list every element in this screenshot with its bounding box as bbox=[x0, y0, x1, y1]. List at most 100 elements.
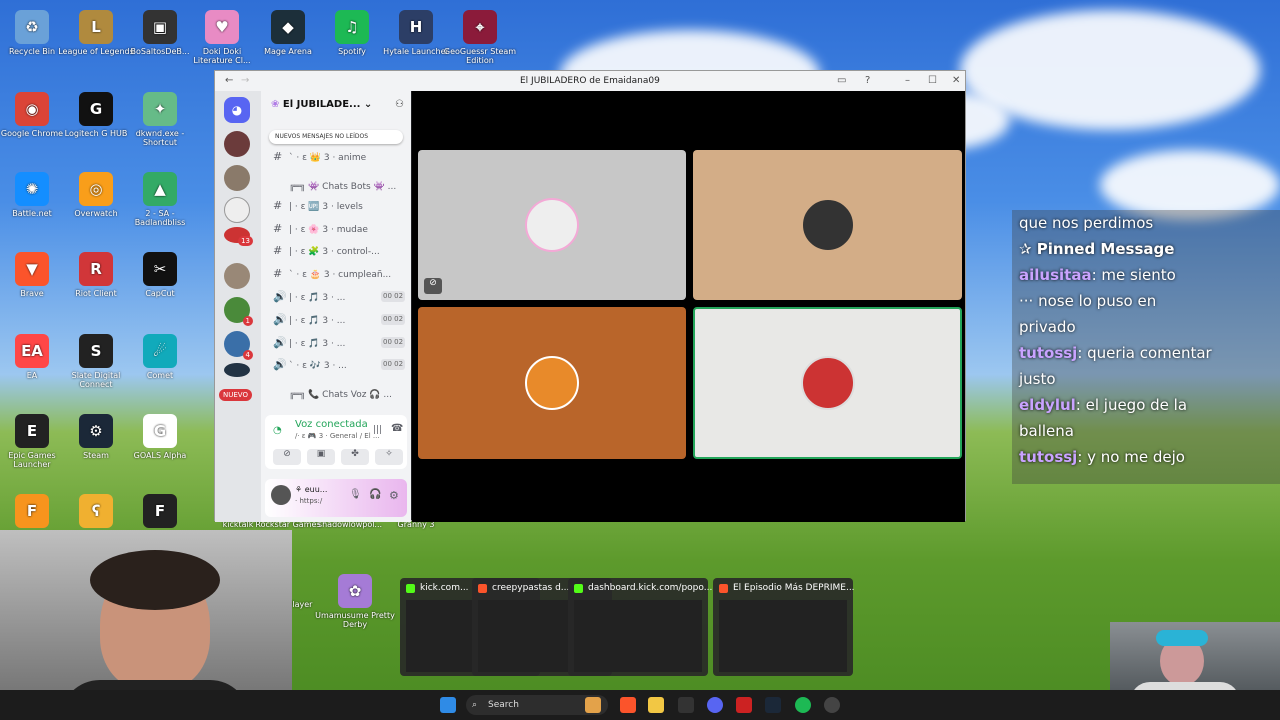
headphones-icon[interactable]: 🎧 bbox=[369, 489, 381, 500]
maximize-icon[interactable]: ☐ bbox=[928, 75, 937, 86]
chat-message: justo bbox=[1019, 370, 1056, 388]
discord-icon[interactable] bbox=[707, 697, 723, 713]
channel-item[interactable]: 🔊 | · ε 🎵 3 · ... 00 02 bbox=[273, 312, 406, 328]
speaker-icon: 🔊 bbox=[273, 358, 287, 371]
desktop-icon-label: 2 - SA - Badlandbliss bbox=[134, 209, 186, 227]
forward-arrow-icon[interactable]: → bbox=[241, 75, 249, 86]
chat-line: eldylul: el juego de la bbox=[1019, 392, 1280, 418]
add-member-icon[interactable]: ⚇ bbox=[395, 99, 404, 110]
soundboard-button[interactable]: ✧ bbox=[375, 449, 403, 465]
desktop-icon[interactable]: ☄ Comet bbox=[120, 328, 200, 402]
channel-item[interactable]: ╔═╗ 📞 Chats Voz 🎧 ... bbox=[273, 387, 392, 403]
participant-tile[interactable] bbox=[693, 150, 962, 300]
steam-icon[interactable] bbox=[765, 697, 781, 713]
chat-message: : me siento bbox=[1091, 266, 1176, 284]
windows-start-icon[interactable] bbox=[440, 697, 456, 713]
camera-off-button[interactable]: ⊘ bbox=[273, 449, 301, 465]
participant-tile-speaking[interactable] bbox=[693, 307, 962, 459]
back-arrow-icon[interactable]: ← bbox=[225, 75, 233, 86]
desktop-icon-label: GOALS Alpha bbox=[133, 451, 187, 460]
server-icon[interactable] bbox=[224, 363, 250, 377]
app-icon: ▲ bbox=[143, 172, 177, 206]
help-icon[interactable]: ? bbox=[865, 75, 870, 86]
settings-gear-icon[interactable]: ⚙ bbox=[389, 489, 399, 502]
desktop-icon-umamusume[interactable]: ✿ Umamusume Pretty Derby bbox=[315, 568, 395, 642]
app-icon: ⌖ bbox=[463, 10, 497, 44]
channel-item[interactable]: # | · ε 🌸 3 · mudae bbox=[273, 221, 368, 237]
screen-share-button[interactable]: ▣ bbox=[307, 449, 335, 465]
discord-home-icon[interactable]: ◕ bbox=[224, 97, 250, 123]
muted-mic-icon: ⊘ bbox=[424, 278, 442, 294]
channel-item[interactable]: # | · ε 🆙 3 · levels bbox=[273, 198, 363, 214]
channel-item[interactable]: # ` · ε 🎂 3 · cumpleañ... bbox=[273, 266, 391, 282]
chat-line: tutossj: y no me dejo bbox=[1019, 444, 1280, 470]
desktop-icon[interactable]: ✂ CapCut bbox=[120, 246, 200, 320]
app-icon[interactable] bbox=[678, 697, 694, 713]
chat-message: : el juego de la bbox=[1075, 396, 1188, 414]
app-icon: EA bbox=[15, 334, 49, 368]
channel-item[interactable]: 🔊 | · ε 🎵 3 · ... 00 02 bbox=[273, 335, 406, 351]
channel-name: | · ε 🎵 3 · ... bbox=[289, 316, 346, 326]
username[interactable]: ⚘ euu... bbox=[295, 485, 327, 494]
burger-widget-icon[interactable] bbox=[585, 697, 601, 713]
app-icon: L bbox=[79, 10, 113, 44]
channel-item[interactable]: # ` · ε 👑 3 · anime bbox=[273, 149, 366, 165]
avatar bbox=[800, 198, 855, 252]
server-icon[interactable]: 4 bbox=[224, 331, 253, 360]
server-icon[interactable] bbox=[224, 131, 250, 157]
window-preview[interactable]: dashboard.kick.com/popo... bbox=[568, 578, 712, 676]
preview-title: creepypastas d... bbox=[492, 583, 570, 593]
desktop-icon[interactable]: G GOALS Alpha bbox=[120, 408, 200, 482]
microphone-icon[interactable]: 🎙 bbox=[349, 489, 362, 500]
participant-tile[interactable]: ⊘ bbox=[418, 150, 686, 300]
channel-item[interactable]: ╔═╗ 👾 Chats Bots 👾 ... bbox=[273, 179, 396, 195]
brave-icon[interactable] bbox=[620, 697, 636, 713]
discord-window[interactable]: ← → El JUBILADERO de Emaidana09 ▭ ? – ☐ … bbox=[214, 70, 966, 522]
server-icon[interactable] bbox=[224, 263, 250, 289]
desktop-icon-label: dkwnd.exe - Shortcut bbox=[135, 129, 185, 147]
server-name[interactable]: ❀ El JUBILADE... ⌄ bbox=[271, 99, 372, 110]
desktop-icon-label: GeoGuessr Steam Edition bbox=[443, 47, 517, 65]
close-icon[interactable]: ✕ bbox=[952, 75, 960, 86]
desktop-icon[interactable]: ✦ dkwnd.exe - Shortcut bbox=[120, 86, 200, 160]
nuevo-pill[interactable]: NUEVO bbox=[219, 389, 252, 401]
chat-username: ailusitaa bbox=[1019, 266, 1092, 284]
obs-icon[interactable] bbox=[824, 697, 840, 713]
window-title: El JUBILADERO de Emaidana09 bbox=[520, 76, 660, 86]
avatar[interactable] bbox=[271, 485, 291, 505]
channel-item[interactable]: 🔊 ` · ε 🎶 3 · ... 00 02 bbox=[273, 357, 406, 373]
unread-banner[interactable]: NUEVOS MENSAJES NO LEÍDOS bbox=[269, 130, 403, 144]
voice-panel: ◔ Voz conectada /· ε 🎮 3 · General / El … bbox=[265, 415, 407, 469]
server-icon[interactable]: 13 bbox=[224, 227, 253, 246]
noise-icon[interactable]: ||| bbox=[373, 425, 382, 435]
search-icon: ⌕ bbox=[472, 700, 478, 710]
minimize-icon[interactable]: – bbox=[905, 75, 910, 86]
channel-name: ` · ε 🎶 3 · ... bbox=[289, 361, 347, 371]
desktop-icon[interactable]: ▲ 2 - SA - Badlandbliss bbox=[120, 166, 200, 240]
app-icon[interactable] bbox=[736, 697, 752, 713]
spotify-icon[interactable] bbox=[795, 697, 811, 713]
app-icon: ▣ bbox=[143, 10, 177, 44]
video-stage: ⊘ bbox=[412, 91, 965, 522]
voice-status[interactable]: Voz conectada bbox=[295, 419, 368, 430]
voice-channel[interactable]: /· ε 🎮 3 · General / El ... bbox=[295, 432, 380, 440]
desktop-icon-label: Comet bbox=[146, 371, 174, 380]
app-icon: ◉ bbox=[15, 92, 49, 126]
app-icon: G bbox=[143, 414, 177, 448]
channel-item[interactable]: # | · ε 🧩 3 · control-... bbox=[273, 243, 380, 259]
title-bar[interactable]: ← → El JUBILADERO de Emaidana09 ▭ ? – ☐ … bbox=[215, 71, 965, 91]
disconnect-icon[interactable]: ☎ bbox=[391, 423, 403, 434]
activities-button[interactable]: ✤ bbox=[341, 449, 369, 465]
inbox-icon[interactable]: ▭ bbox=[837, 75, 846, 86]
desktop-icon[interactable]: ⌖ GeoGuessr Steam Edition bbox=[440, 4, 520, 78]
chat-username: eldylul bbox=[1019, 396, 1076, 414]
server-icon[interactable] bbox=[224, 165, 250, 191]
server-icon[interactable] bbox=[224, 197, 250, 223]
file-explorer-icon[interactable] bbox=[648, 697, 664, 713]
server-icon[interactable]: 1 bbox=[224, 297, 253, 326]
participant-tile[interactable] bbox=[418, 307, 686, 459]
app-icon: ✦ bbox=[143, 92, 177, 126]
channel-item[interactable]: 🔊 | · ε 🎵 3 · ... 00 02 bbox=[273, 289, 406, 305]
window-preview[interactable]: El Episodio Más DEPRIME... bbox=[713, 578, 855, 676]
chat-message: : queria comentar bbox=[1077, 344, 1212, 362]
